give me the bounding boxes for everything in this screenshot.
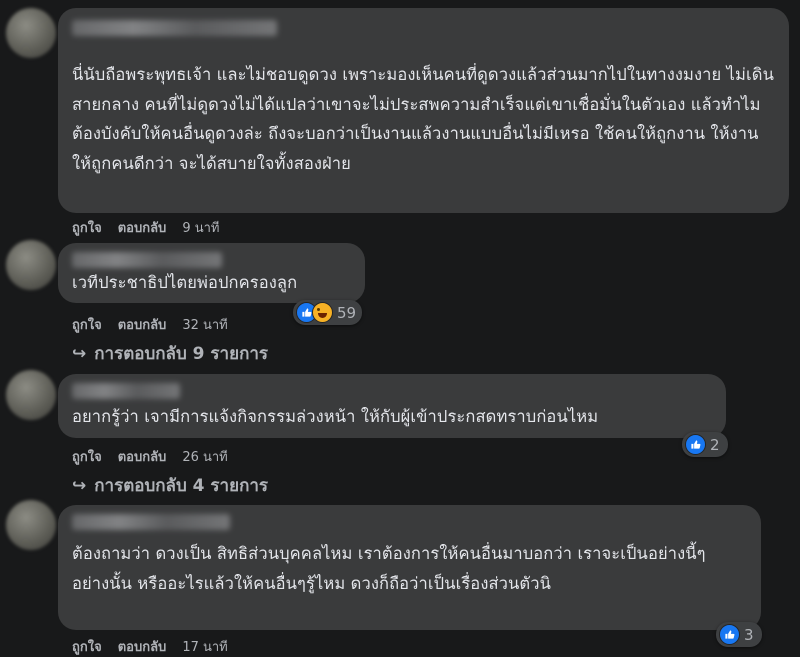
avatar[interactable] bbox=[6, 500, 56, 550]
replies-count-label: การตอบกลับ 4 รายการ bbox=[94, 476, 269, 496]
author-name-blurred[interactable] bbox=[72, 383, 180, 399]
like-link[interactable]: ถูกใจ bbox=[72, 636, 102, 657]
like-link[interactable]: ถูกใจ bbox=[72, 217, 102, 238]
reply-link[interactable]: ตอบกลับ bbox=[118, 446, 167, 467]
reply-link[interactable]: ตอบกลับ bbox=[118, 314, 167, 335]
author-name-blurred[interactable] bbox=[72, 514, 230, 530]
timestamp[interactable]: 17 นาที bbox=[182, 636, 227, 657]
comment-actions: ถูกใจ ตอบกลับ 17 นาที bbox=[72, 636, 228, 657]
reaction-count: 3 bbox=[744, 625, 754, 644]
comment-bubble: อยากรู้ว่า เจามีการแจ้งกิจกรรมล่วงหน้า ใ… bbox=[58, 374, 726, 438]
like-reaction-icon bbox=[719, 624, 740, 645]
comment-actions: ถูกใจ ตอบกลับ 32 นาที bbox=[72, 314, 228, 335]
comment-bubble: นี่นับถือพระพุทธเจ้า และไม่ชอบดูดวง เพรา… bbox=[58, 8, 789, 213]
reaction-summary[interactable]: 2 bbox=[682, 432, 728, 457]
replies-count-label: การตอบกลับ 9 รายการ bbox=[94, 344, 269, 364]
comment-actions: ถูกใจ ตอบกลับ 26 นาที bbox=[72, 446, 228, 467]
comment-actions: ถูกใจ ตอบกลับ 9 นาที bbox=[72, 217, 219, 238]
author-name-blurred[interactable] bbox=[72, 252, 222, 268]
comment-text: นี่นับถือพระพุทธเจ้า และไม่ชอบดูดวง เพรา… bbox=[72, 65, 774, 173]
avatar[interactable] bbox=[6, 240, 56, 290]
reaction-summary[interactable]: 3 bbox=[716, 622, 762, 647]
timestamp[interactable]: 9 นาที bbox=[182, 217, 219, 238]
reply-link[interactable]: ตอบกลับ bbox=[118, 217, 167, 238]
comment-text: ต้องถามว่า ดวงเป็น สิทธิส่วนบุคคลไหม เรา… bbox=[72, 544, 706, 593]
view-replies-link[interactable]: ↪ การตอบกลับ 4 รายการ bbox=[72, 472, 268, 499]
comment-bubble: เวทีประชาธิปไตยพ่อปกครองลูก bbox=[58, 243, 365, 303]
haha-reaction-icon bbox=[312, 302, 333, 323]
comment-bubble: ต้องถามว่า ดวงเป็น สิทธิส่วนบุคคลไหม เรา… bbox=[58, 505, 761, 630]
like-link[interactable]: ถูกใจ bbox=[72, 314, 102, 335]
avatar[interactable] bbox=[6, 8, 56, 58]
author-name-blurred[interactable] bbox=[72, 20, 277, 36]
reply-link[interactable]: ตอบกลับ bbox=[118, 636, 167, 657]
comment-text: เวทีประชาธิปไตยพ่อปกครองลูก bbox=[72, 273, 298, 292]
timestamp[interactable]: 26 นาที bbox=[182, 446, 227, 467]
reaction-count: 59 bbox=[337, 303, 357, 322]
reaction-summary[interactable]: 59 bbox=[293, 300, 363, 325]
reply-arrow-icon: ↪ bbox=[72, 343, 87, 364]
like-link[interactable]: ถูกใจ bbox=[72, 446, 102, 467]
avatar[interactable] bbox=[6, 370, 56, 420]
view-replies-link[interactable]: ↪ การตอบกลับ 9 รายการ bbox=[72, 340, 268, 367]
like-reaction-icon bbox=[685, 434, 706, 455]
timestamp[interactable]: 32 นาที bbox=[182, 314, 227, 335]
reply-arrow-icon: ↪ bbox=[72, 475, 87, 496]
comment-text: อยากรู้ว่า เจามีการแจ้งกิจกรรมล่วงหน้า ใ… bbox=[72, 407, 599, 426]
reaction-count: 2 bbox=[710, 435, 720, 454]
